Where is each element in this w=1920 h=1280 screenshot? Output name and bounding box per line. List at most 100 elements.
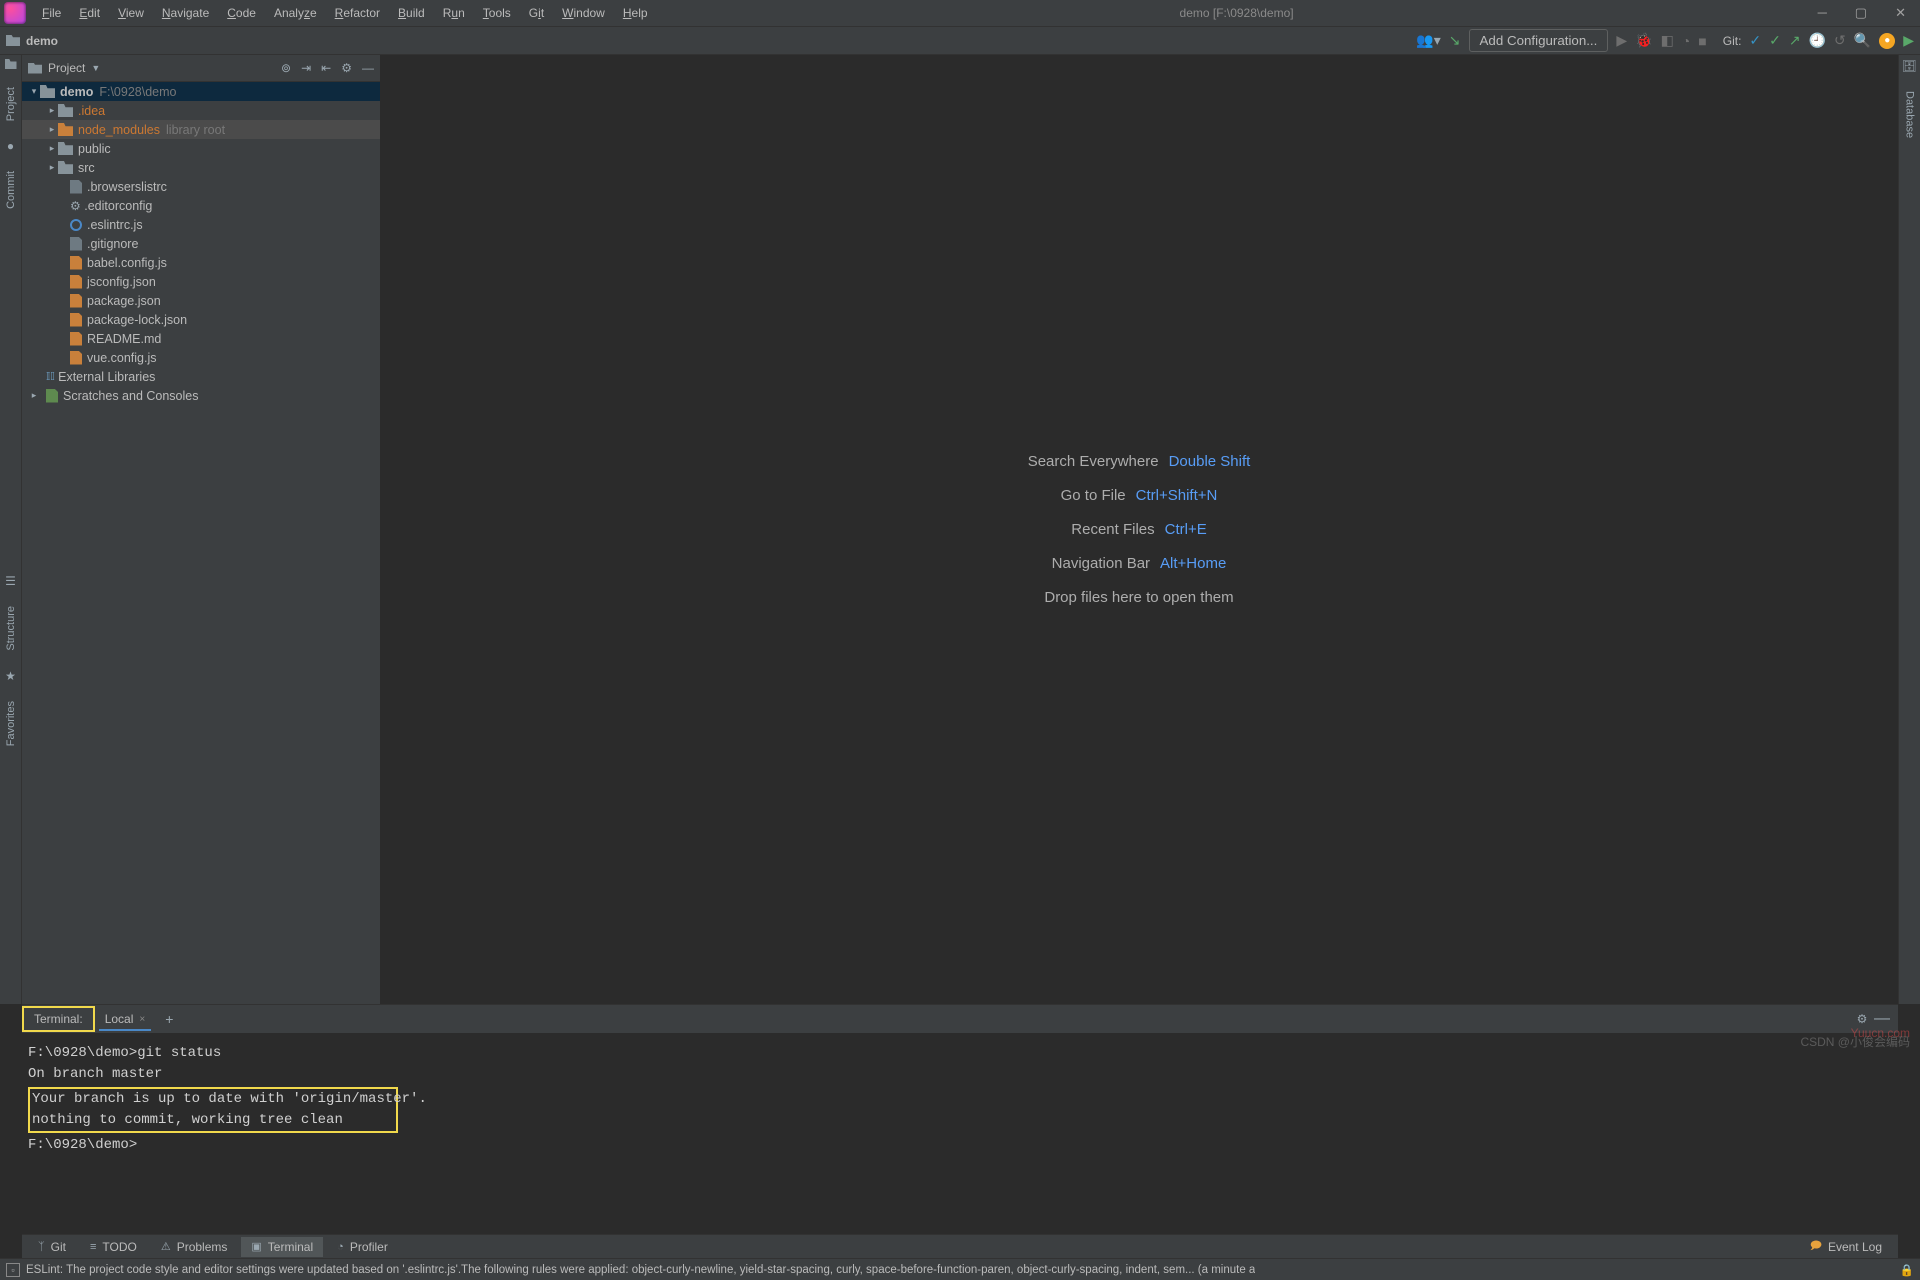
- shortcut: Ctrl+E: [1165, 521, 1207, 538]
- users-icon[interactable]: 👥▾: [1416, 32, 1440, 49]
- close-icon[interactable]: ✕: [1895, 5, 1906, 21]
- bottom-tool-tabs: ᛉGit ≡TODO ⚠Problems ▣Terminal ◔Profiler…: [22, 1234, 1898, 1258]
- expand-icon[interactable]: ⇥: [301, 61, 311, 75]
- git-label: Git:: [1723, 34, 1742, 48]
- tree-file[interactable]: README.md: [22, 329, 380, 348]
- menu-window[interactable]: Window: [554, 3, 613, 23]
- add-configuration-button[interactable]: Add Configuration...: [1469, 29, 1609, 52]
- menu-navigate[interactable]: Navigate: [154, 3, 217, 23]
- event-log-icon: 🗩: [1810, 1237, 1822, 1256]
- terminal-gear-icon[interactable]: ⚙: [1857, 1012, 1868, 1026]
- collapse-icon[interactable]: ⇤: [321, 61, 331, 75]
- terminal-line: Your branch is up to date with 'origin/m…: [32, 1089, 394, 1110]
- tree-file[interactable]: .gitignore: [22, 234, 380, 253]
- status-toggle-icon[interactable]: ▫: [6, 1263, 20, 1277]
- close-tab-icon[interactable]: ×: [139, 1014, 145, 1025]
- main-content: Project ● Commit Project ▼ ⊚ ⇥ ⇤ ⚙ — ▾de…: [0, 55, 1920, 1004]
- tree-file[interactable]: jsconfig.json: [22, 272, 380, 291]
- run-icon[interactable]: ▶: [1616, 32, 1627, 49]
- project-tree[interactable]: ▾demoF:\0928\demo ▸.idea ▸node_modulesli…: [22, 82, 380, 1004]
- breadcrumb-text: demo: [26, 34, 58, 48]
- welcome-drop-hint: Drop files here to open them: [1044, 589, 1233, 606]
- tree-file[interactable]: ⚙ .editorconfig: [22, 196, 380, 215]
- tree-file[interactable]: .browserslistrc: [22, 177, 380, 196]
- commit-tab[interactable]: Commit: [5, 165, 17, 215]
- menu-analyze[interactable]: Analyze: [266, 3, 325, 23]
- tab-git[interactable]: ᛉGit: [28, 1237, 76, 1257]
- profiler-icon: ◔: [337, 1241, 344, 1253]
- profile-icon[interactable]: ◔: [1682, 33, 1690, 49]
- menu-refactor[interactable]: Refactor: [327, 3, 388, 23]
- breadcrumb[interactable]: demo: [6, 34, 58, 48]
- tree-file[interactable]: .eslintrc.js: [22, 215, 380, 234]
- menu-edit[interactable]: Edit: [71, 3, 108, 23]
- tab-problems[interactable]: ⚠Problems: [151, 1237, 238, 1257]
- git-rollback-icon[interactable]: ↺: [1834, 32, 1846, 49]
- menu-tools[interactable]: Tools: [475, 3, 519, 23]
- chevron-down-icon[interactable]: ▼: [91, 63, 100, 73]
- new-terminal-button[interactable]: +: [155, 1007, 183, 1031]
- git-commit-icon[interactable]: ✓: [1769, 32, 1781, 49]
- tree-file[interactable]: package.json: [22, 291, 380, 310]
- tree-folder-idea[interactable]: ▸.idea: [22, 101, 380, 120]
- tab-profiler[interactable]: ◔Profiler: [327, 1237, 398, 1257]
- status-lock-icon[interactable]: 🔒: [1900, 1263, 1914, 1277]
- tab-todo[interactable]: ≡TODO: [80, 1237, 147, 1257]
- hide-icon[interactable]: —: [362, 61, 374, 75]
- favorites-tab[interactable]: Favorites: [5, 695, 17, 752]
- tab-terminal[interactable]: ▣Terminal: [241, 1237, 323, 1257]
- terminal-line: nothing to commit, working tree clean: [32, 1110, 394, 1131]
- stop-icon[interactable]: ■: [1698, 33, 1706, 49]
- menu-view[interactable]: View: [110, 3, 152, 23]
- maximize-icon[interactable]: ▢: [1855, 5, 1867, 21]
- project-view-label[interactable]: Project: [48, 61, 85, 75]
- editor-area: Search EverywhereDouble Shift Go to File…: [380, 55, 1898, 1004]
- debug-icon[interactable]: 🐞: [1635, 32, 1652, 49]
- terminal-line: F:\0928\demo>git status: [28, 1043, 1892, 1064]
- gear-icon[interactable]: ⚙: [341, 61, 352, 75]
- tree-root[interactable]: ▾demoF:\0928\demo: [22, 82, 380, 101]
- tree-file[interactable]: vue.config.js: [22, 348, 380, 367]
- shortcut: Ctrl+Shift+N: [1136, 487, 1218, 504]
- terminal-icon: ▣: [251, 1240, 261, 1253]
- minimize-icon[interactable]: ─: [1818, 5, 1827, 21]
- git-update-icon[interactable]: ✓: [1749, 32, 1761, 49]
- folder-icon: [6, 35, 20, 46]
- git-history-icon[interactable]: 🕘: [1809, 32, 1826, 49]
- shortcut: Double Shift: [1169, 453, 1251, 470]
- tree-file[interactable]: babel.config.js: [22, 253, 380, 272]
- terminal-tab-local[interactable]: Local×: [95, 1008, 156, 1030]
- problems-icon: ⚠: [161, 1240, 171, 1253]
- tree-folder-src[interactable]: ▸src: [22, 158, 380, 177]
- tab-event-log[interactable]: 🗩Event Log: [1800, 1234, 1892, 1259]
- search-icon[interactable]: 🔍: [1854, 32, 1871, 49]
- coverage-icon[interactable]: ◧: [1661, 32, 1674, 49]
- tree-folder-public[interactable]: ▸public: [22, 139, 380, 158]
- welcome-label: Go to File: [1061, 487, 1126, 504]
- main-menu: File Edit View Navigate Code Analyze Ref…: [34, 3, 656, 23]
- build-icon[interactable]: ↘: [1449, 32, 1461, 49]
- menu-code[interactable]: Code: [219, 3, 264, 23]
- toolbar: demo 👥▾ ↘ Add Configuration... ▶ 🐞 ◧ ◔ ■…: [0, 27, 1920, 55]
- tree-scratches[interactable]: ▸Scratches and Consoles: [22, 386, 380, 405]
- ide-run-icon[interactable]: ▶: [1903, 32, 1914, 49]
- project-tab[interactable]: Project: [5, 81, 17, 127]
- database-tab[interactable]: Database: [1904, 85, 1916, 144]
- window-title: demo [F:\0928\demo]: [656, 6, 1818, 20]
- tree-folder-node-modules[interactable]: ▸node_moduleslibrary root: [22, 120, 380, 139]
- menu-file[interactable]: File: [34, 3, 69, 23]
- avatar[interactable]: ●: [1879, 33, 1895, 49]
- structure-tab[interactable]: Structure: [5, 600, 17, 657]
- menu-build[interactable]: Build: [390, 3, 433, 23]
- terminal-output[interactable]: F:\0928\demo>git status On branch master…: [22, 1033, 1898, 1234]
- menu-run[interactable]: Run: [435, 3, 473, 23]
- git-push-icon[interactable]: ↗: [1789, 32, 1801, 49]
- left-tool-strip-lower: ☰ Structure ★ Favorites: [0, 574, 22, 834]
- tree-external-libraries[interactable]: 𝕀𝕀 External Libraries: [22, 367, 380, 386]
- menu-help[interactable]: Help: [615, 3, 656, 23]
- welcome-label: Navigation Bar: [1052, 555, 1150, 572]
- menu-git[interactable]: Git: [521, 3, 552, 23]
- target-icon[interactable]: ⊚: [281, 61, 291, 75]
- project-panel: Project ▼ ⊚ ⇥ ⇤ ⚙ — ▾demoF:\0928\demo ▸.…: [22, 55, 380, 1004]
- tree-file[interactable]: package-lock.json: [22, 310, 380, 329]
